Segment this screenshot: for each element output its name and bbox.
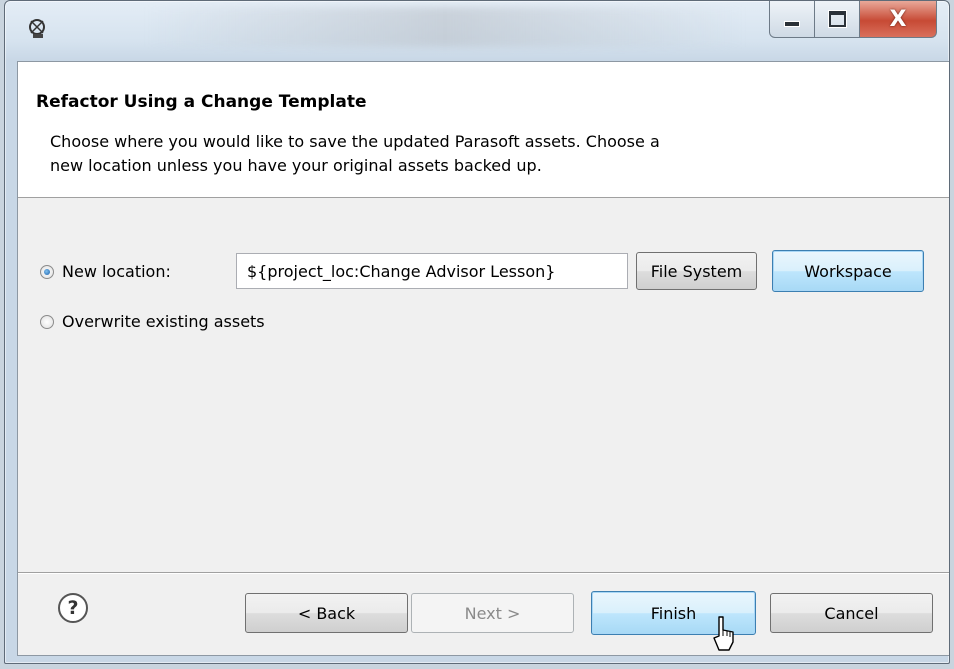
page-description: Choose where you would like to save the … [50, 130, 850, 178]
description-line-2: new location unless you have your origin… [50, 156, 542, 175]
overwrite-label: Overwrite existing assets [62, 312, 265, 331]
close-icon: X [889, 6, 907, 32]
workspace-button[interactable]: Workspace [772, 250, 924, 292]
new-location-radio[interactable] [40, 264, 54, 279]
cancel-button[interactable]: Cancel [770, 593, 933, 633]
new-location-input[interactable] [236, 253, 628, 289]
footer-separator [18, 572, 949, 574]
description-line-1: Choose where you would like to save the … [50, 132, 660, 151]
title-bar-blur [145, 7, 745, 47]
minimize-icon [784, 21, 800, 27]
new-location-option[interactable]: New location: [40, 262, 171, 281]
maximize-button[interactable] [815, 1, 860, 38]
close-button[interactable]: X [860, 1, 937, 38]
dialog-client-area: Refactor Using a Change Template Choose … [17, 61, 949, 656]
overwrite-radio[interactable] [40, 314, 54, 329]
page-title: Refactor Using a Change Template [36, 92, 367, 112]
file-system-button[interactable]: File System [636, 252, 757, 290]
mouse-cursor-icon [713, 616, 734, 651]
title-bar[interactable]: X [5, 1, 949, 61]
window-controls: X [769, 1, 937, 43]
help-icon[interactable]: ? [58, 593, 88, 623]
maximize-icon [828, 11, 846, 27]
dialog-window: X Refactor Using a Change Template Choos… [4, 0, 950, 664]
next-button[interactable]: Next > [411, 593, 574, 633]
back-button[interactable]: < Back [245, 593, 408, 633]
minimize-button[interactable] [769, 1, 815, 38]
wizard-header: Refactor Using a Change Template Choose … [18, 62, 949, 198]
new-location-label: New location: [62, 262, 171, 281]
overwrite-option[interactable]: Overwrite existing assets [40, 312, 265, 331]
app-icon [29, 19, 45, 38]
